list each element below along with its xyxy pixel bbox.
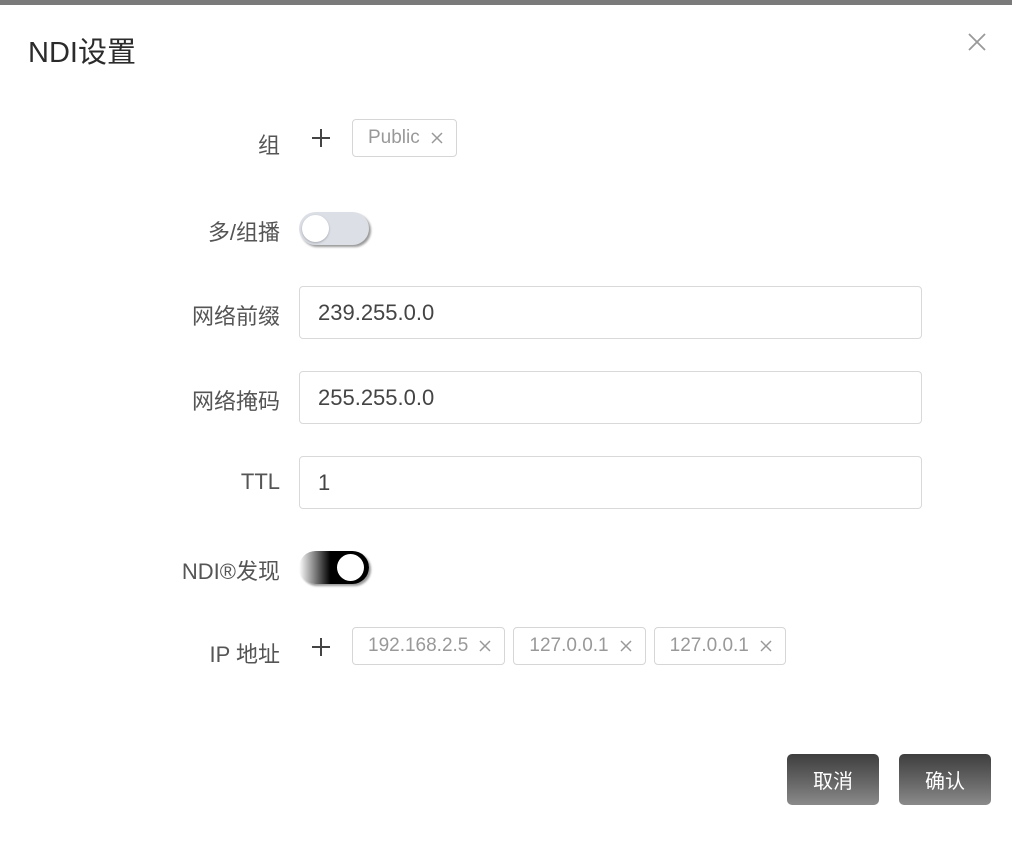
discovery-row: NDI®发现 (0, 551, 1012, 587)
group-tags: Public (352, 119, 457, 157)
network-prefix-label: 网络前缀 (191, 304, 280, 329)
discovery-toggle[interactable] (299, 551, 369, 584)
ip-tag: 127.0.0.1 (653, 627, 786, 665)
multicast-row: 多/组播 (0, 212, 1012, 248)
add-ip-plus-icon[interactable] (309, 635, 333, 659)
network-prefix-row: 网络前缀 (0, 286, 1012, 339)
network-mask-input[interactable] (299, 371, 922, 424)
ip-address-tags: 192.168.2.5 127.0.0.1 127.0.0.1 (352, 627, 786, 665)
cancel-button[interactable]: 取消 (787, 754, 879, 805)
tag-close-icon[interactable] (478, 639, 492, 653)
group-tag: Public (352, 119, 457, 157)
ip-address-label: IP 地址 (209, 642, 280, 667)
ip-tag: 127.0.0.1 (513, 627, 646, 665)
tag-close-icon[interactable] (759, 639, 773, 653)
ip-tag-label: 127.0.0.1 (669, 635, 749, 656)
group-label: 组 (257, 133, 280, 158)
discovery-label: NDI®发现 (181, 559, 280, 584)
multicast-toggle[interactable] (299, 212, 369, 245)
dialog-title: NDI设置 (28, 37, 136, 69)
toggle-knob (337, 554, 364, 581)
ip-tag-label: 127.0.0.1 (529, 635, 609, 656)
ip-address-row: IP 地址 192.168.2.5 127.0.0.1 127.0.0.1 (0, 627, 1012, 667)
ttl-label: TTL (240, 469, 280, 494)
add-group-plus-icon[interactable] (309, 126, 333, 150)
network-mask-label: 网络掩码 (191, 389, 280, 414)
network-prefix-input[interactable] (299, 286, 922, 339)
ip-tag: 192.168.2.5 (352, 627, 506, 665)
ttl-input[interactable] (299, 456, 922, 509)
toggle-knob (302, 215, 329, 242)
ip-tag-label: 192.168.2.5 (368, 635, 469, 656)
confirm-button[interactable]: 确认 (899, 754, 991, 805)
close-icon[interactable] (964, 29, 990, 55)
group-tag-label: Public (368, 127, 420, 148)
group-row: 组 Public (0, 118, 1012, 158)
network-mask-row: 网络掩码 (0, 371, 1012, 424)
tag-close-icon[interactable] (430, 131, 444, 145)
multicast-label: 多/组播 (207, 220, 280, 245)
ttl-row: TTL (0, 456, 1012, 509)
tag-close-icon[interactable] (619, 639, 633, 653)
